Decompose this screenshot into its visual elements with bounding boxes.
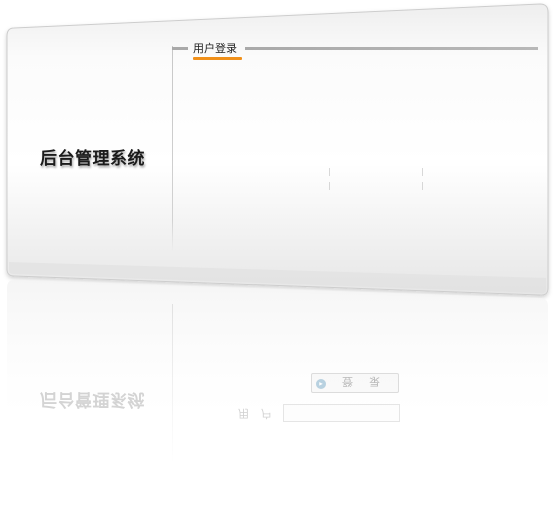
header-rule-left: [172, 47, 188, 50]
login-panel: 后台管理系统 用户登录: [0, 0, 554, 300]
login-section-title: 用户登录: [193, 42, 237, 55]
login-form-area: [326, 166, 426, 192]
reflection-login-button: ▸ 登录: [311, 373, 399, 393]
system-title: 后台管理系统: [40, 149, 145, 169]
form-mark: [422, 182, 423, 190]
form-mark: [329, 168, 330, 176]
vertical-divider: [172, 46, 173, 252]
form-mark: [422, 168, 423, 176]
reflection-field-label: 用户: [238, 407, 284, 420]
reflection-button-label: 登录: [342, 375, 396, 388]
reflection-background: [7, 280, 548, 476]
form-mark: [329, 182, 330, 190]
section-underline: [193, 57, 242, 60]
reflection-input-field: [283, 404, 400, 422]
reflection-system-title: 后台管理系统: [40, 389, 145, 409]
panel-reflection: 后台管理系统 ▸ 登录 用户: [0, 276, 554, 476]
header-rule-right: [245, 47, 538, 50]
arrow-icon: ▸: [316, 379, 326, 389]
reflection-divider: [172, 304, 173, 464]
